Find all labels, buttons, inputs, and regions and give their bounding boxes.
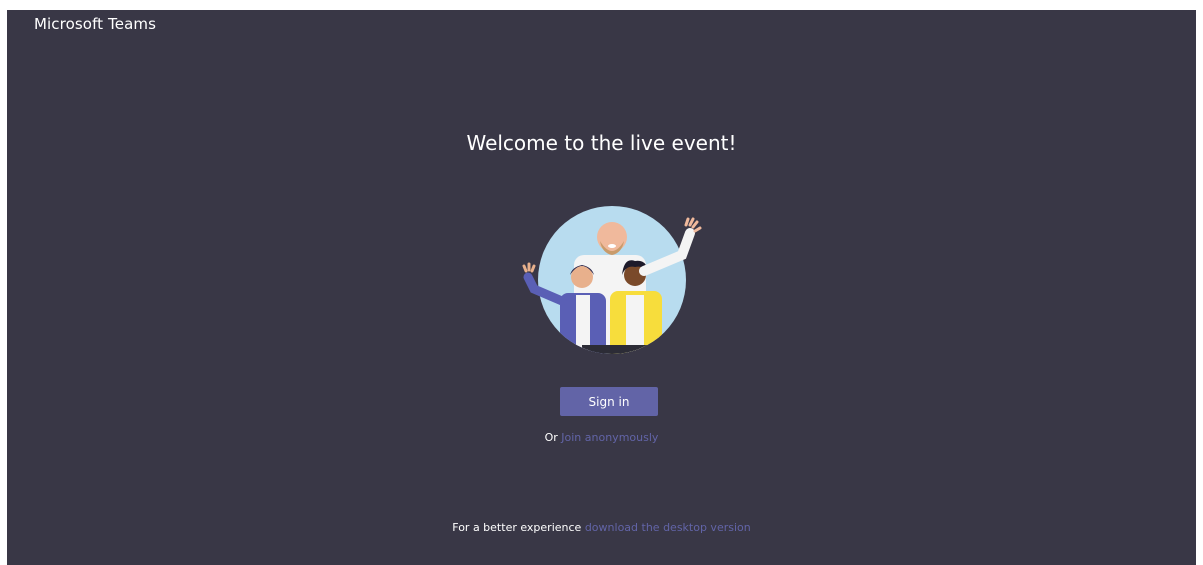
page-title: Welcome to the live event! [466, 131, 737, 155]
download-desktop-link[interactable]: download the desktop version [585, 521, 751, 534]
desktop-version-prompt: For a better experience download the des… [7, 521, 1196, 534]
or-label: Or [544, 431, 558, 444]
sign-in-button[interactable]: Sign in [560, 387, 658, 416]
join-anonymously-link[interactable]: Join anonymously [561, 431, 658, 444]
footer-prefix: For a better experience [452, 521, 582, 534]
app-title: Microsoft Teams [34, 15, 156, 33]
join-options: Or Join anonymously [7, 431, 1196, 444]
people-waving-illustration-icon [522, 206, 702, 354]
teams-live-event-page: Microsoft Teams Welcome to the live even… [7, 10, 1196, 565]
